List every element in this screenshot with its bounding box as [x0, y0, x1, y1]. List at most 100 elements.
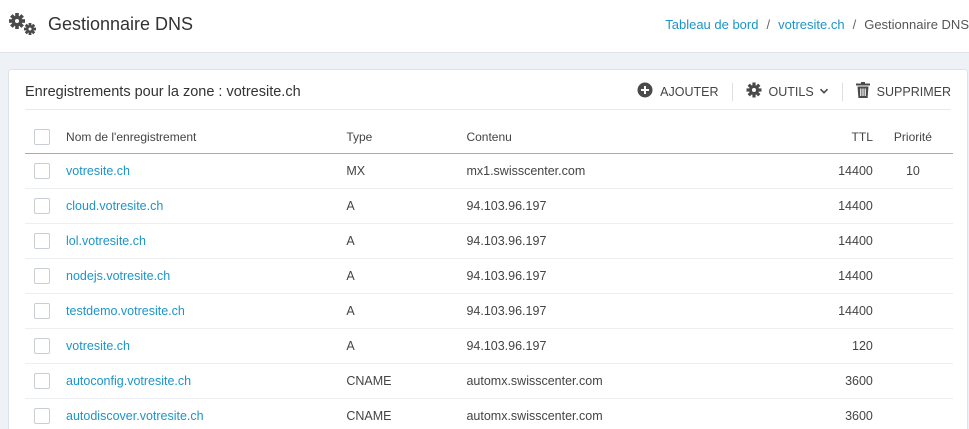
toolbar-divider — [841, 82, 843, 101]
page-title: Gestionnaire DNS — [48, 13, 194, 34]
row-checkbox[interactable] — [34, 162, 50, 179]
record-ttl: 14400 — [796, 223, 873, 259]
column-header-priority[interactable]: Priorité — [872, 122, 953, 154]
row-checkbox[interactable] — [34, 302, 50, 319]
record-name-cell: autoconfig.votresite.ch — [66, 363, 347, 399]
table-row: votresite.ch MX mx1.swisscenter.com 1440… — [25, 153, 953, 189]
column-header-type[interactable]: Type — [346, 122, 467, 154]
column-header-ttl[interactable]: TTL — [796, 122, 873, 154]
record-priority: 10 — [872, 153, 953, 189]
table-row: autodiscover.votresite.ch CNAME automx.s… — [25, 398, 953, 429]
record-name-cell: testdemo.votresite.ch — [66, 293, 347, 329]
trash-icon — [855, 82, 870, 101]
record-ttl: 14400 — [796, 188, 873, 224]
record-ttl: 14400 — [796, 153, 873, 189]
record-name-link[interactable]: testdemo.votresite.ch — [66, 304, 185, 318]
breadcrumb-site-link[interactable]: votresite.ch — [778, 17, 844, 32]
table-row: autoconfig.votresite.ch CNAME automx.swi… — [25, 363, 953, 399]
breadcrumb: Tableau de bord / votresite.ch / Gestion… — [665, 17, 969, 32]
record-name-cell: lol.votresite.ch — [66, 223, 347, 259]
record-type: A — [346, 258, 467, 294]
record-type: A — [346, 223, 467, 259]
gears-icon — [8, 11, 40, 37]
row-select-cell — [25, 328, 67, 364]
record-name-link[interactable]: votresite.ch — [66, 164, 130, 178]
column-header-name[interactable]: Nom de l'enregistrement — [66, 122, 347, 154]
row-checkbox[interactable] — [34, 337, 50, 354]
column-header-content[interactable]: Contenu — [466, 122, 797, 154]
record-priority — [872, 293, 953, 329]
toolbar: AJOUTER OUTILS SUPPRIMER — [637, 82, 951, 101]
record-priority — [872, 363, 953, 399]
record-content: 94.103.96.197 — [466, 188, 797, 224]
table-header-row: Nom de l'enregistrement Type Contenu TTL… — [25, 122, 953, 154]
row-select-cell — [25, 223, 67, 259]
panel-header: Enregistrements pour la zone : votresite… — [25, 70, 951, 110]
record-ttl: 14400 — [796, 293, 873, 329]
record-name-link[interactable]: cloud.votresite.ch — [66, 199, 163, 213]
row-checkbox[interactable] — [34, 407, 50, 424]
row-select-cell — [25, 293, 67, 329]
record-name-cell: votresite.ch — [66, 153, 347, 189]
row-checkbox[interactable] — [34, 372, 50, 389]
record-ttl: 3600 — [796, 363, 873, 399]
record-content: automx.swisscenter.com — [466, 363, 797, 399]
record-name-link[interactable]: lol.votresite.ch — [66, 234, 146, 248]
record-content: mx1.swisscenter.com — [466, 153, 797, 189]
record-priority — [872, 328, 953, 364]
table-row: nodejs.votresite.ch A 94.103.96.197 1440… — [25, 258, 953, 294]
row-select-cell — [25, 258, 67, 294]
record-name-cell: autodiscover.votresite.ch — [66, 398, 347, 429]
record-name-cell: votresite.ch — [66, 328, 347, 364]
record-priority — [872, 258, 953, 294]
row-checkbox[interactable] — [34, 267, 50, 284]
toolbar-divider — [731, 82, 733, 101]
record-ttl: 14400 — [796, 258, 873, 294]
top-header: Gestionnaire DNS Tableau de bord / votre… — [0, 0, 969, 53]
row-select-cell — [25, 363, 67, 399]
breadcrumb-separator: / — [766, 17, 771, 32]
table-row: testdemo.votresite.ch A 94.103.96.197 14… — [25, 293, 953, 329]
record-type: A — [346, 188, 467, 224]
row-select-cell — [25, 188, 67, 224]
record-name-link[interactable]: autoconfig.votresite.ch — [66, 374, 191, 388]
record-type: CNAME — [346, 398, 467, 429]
record-type: A — [346, 293, 467, 329]
gear-icon — [746, 82, 762, 101]
record-priority — [872, 188, 953, 224]
page-heading: Gestionnaire DNS — [8, 11, 193, 37]
record-type: A — [346, 328, 467, 364]
add-record-label: AJOUTER — [660, 84, 719, 99]
record-content: 94.103.96.197 — [466, 293, 797, 329]
table-row: cloud.votresite.ch A 94.103.96.197 14400 — [25, 188, 953, 224]
tools-dropdown-button[interactable]: OUTILS — [746, 82, 829, 101]
record-content: 94.103.96.197 — [466, 223, 797, 259]
table-row: votresite.ch A 94.103.96.197 120 — [25, 328, 953, 364]
record-name-cell: cloud.votresite.ch — [66, 188, 347, 224]
row-checkbox[interactable] — [34, 232, 50, 249]
record-name-cell: nodejs.votresite.ch — [66, 258, 347, 294]
record-name-link[interactable]: autodiscover.votresite.ch — [66, 409, 204, 423]
record-type: MX — [346, 153, 467, 189]
record-content: automx.swisscenter.com — [466, 398, 797, 429]
dns-records-panel: Enregistrements pour la zone : votresite… — [8, 69, 968, 429]
record-priority — [872, 398, 953, 429]
add-record-button[interactable]: AJOUTER — [637, 82, 719, 101]
breadcrumb-separator: / — [852, 17, 857, 32]
zone-title: Enregistrements pour la zone : votresite… — [25, 84, 301, 100]
delete-button[interactable]: SUPPRIMER — [855, 82, 951, 101]
record-name-link[interactable]: nodejs.votresite.ch — [66, 269, 170, 283]
row-checkbox[interactable] — [34, 197, 50, 214]
breadcrumb-current: Gestionnaire DNS — [864, 17, 969, 32]
delete-label: SUPPRIMER — [876, 84, 951, 99]
record-ttl: 3600 — [796, 398, 873, 429]
record-ttl: 120 — [796, 328, 873, 364]
record-priority — [872, 223, 953, 259]
select-all-checkbox[interactable] — [34, 129, 50, 146]
row-select-cell — [25, 153, 67, 189]
record-type: CNAME — [346, 363, 467, 399]
plus-circle-icon — [637, 82, 653, 101]
breadcrumb-dashboard-link[interactable]: Tableau de bord — [665, 17, 758, 32]
record-content: 94.103.96.197 — [466, 328, 797, 364]
record-name-link[interactable]: votresite.ch — [66, 339, 130, 353]
